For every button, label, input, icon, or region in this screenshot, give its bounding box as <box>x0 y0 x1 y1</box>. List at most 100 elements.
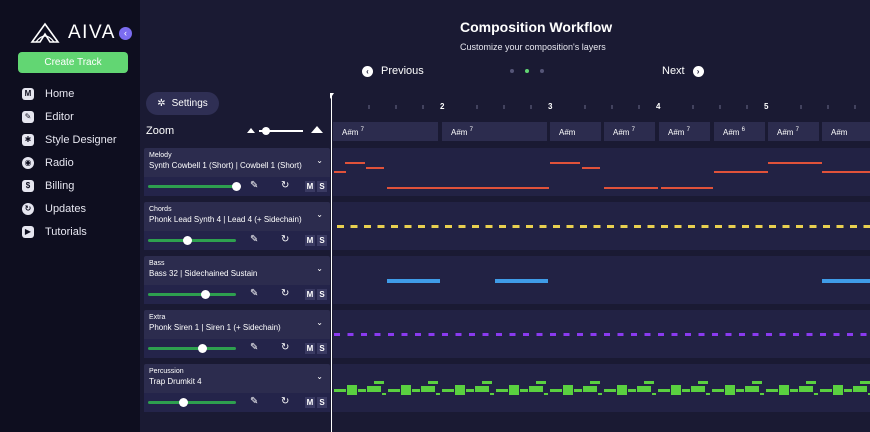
drum-hit <box>382 393 386 395</box>
sidebar-item-home[interactable]: M Home <box>22 82 117 105</box>
pencil-icon[interactable]: ✎ <box>250 396 258 407</box>
extra-note <box>833 333 840 336</box>
extra-note <box>577 333 583 336</box>
chevron-down-icon[interactable]: ⌄ <box>316 264 323 273</box>
volume-slider[interactable] <box>148 185 236 188</box>
drum-hit <box>706 393 710 395</box>
aiva-logo[interactable]: AIVA <box>30 22 116 44</box>
mute-button[interactable]: M <box>305 343 315 354</box>
chord-note <box>661 225 668 228</box>
extra-note <box>482 333 489 336</box>
sidebar-item-radio[interactable]: ◉ Radio <box>22 151 117 174</box>
volume-thumb[interactable] <box>231 182 241 191</box>
extra-note <box>374 333 381 336</box>
chevron-down-icon[interactable]: ⌄ <box>316 156 323 165</box>
track-header[interactable]: Bass Bass 32 | Sidechained Sustain ⌄ <box>144 256 330 285</box>
pencil-icon[interactable]: ✎ <box>250 234 258 245</box>
pencil-icon[interactable]: ✎ <box>250 288 258 299</box>
sidebar-item-tutorials[interactable]: ▶ Tutorials <box>22 220 117 243</box>
solo-button[interactable]: S <box>317 397 327 408</box>
chevron-down-icon[interactable]: ⌄ <box>316 210 323 219</box>
extra-note <box>658 333 664 336</box>
chord-note <box>337 225 344 228</box>
chord-label: A#m <box>668 128 685 137</box>
chord-label: A#m <box>342 128 359 137</box>
previous-button[interactable]: ‹ Previous <box>362 65 424 77</box>
drum-hit <box>806 381 816 384</box>
track-controls: ✎ ↻ M S <box>144 177 330 196</box>
drum-hit <box>652 393 656 395</box>
pencil-icon[interactable]: ✎ <box>250 180 258 191</box>
chord-note <box>742 225 749 228</box>
volume-thumb[interactable] <box>178 398 188 407</box>
playhead-marker[interactable] <box>330 93 334 99</box>
sidebar-item-editor[interactable]: ✎ Editor <box>22 105 117 128</box>
chord-label: A#m <box>777 128 794 137</box>
bar-number: 5 <box>764 102 769 111</box>
mute-button[interactable]: M <box>305 289 315 300</box>
chord-label: A#m <box>831 128 848 137</box>
sidebar-item-style-designer[interactable]: ✱ Style Designer <box>22 128 117 151</box>
solo-button[interactable]: S <box>317 235 327 246</box>
drum-hit <box>736 389 744 392</box>
extra-note <box>334 333 340 336</box>
regenerate-icon[interactable]: ↻ <box>281 180 289 191</box>
chevron-down-icon[interactable]: ⌄ <box>316 318 323 327</box>
chord-note <box>607 225 614 228</box>
mute-button[interactable]: M <box>305 397 315 408</box>
sidebar-item-updates[interactable]: ↻ Updates <box>22 197 117 220</box>
next-button[interactable]: Next › <box>662 65 704 77</box>
solo-button[interactable]: S <box>317 343 327 354</box>
sidebar-item-billing[interactable]: $ Billing <box>22 174 117 197</box>
zoom-out-icon[interactable] <box>247 128 255 133</box>
volume-slider[interactable] <box>148 347 236 350</box>
track-header[interactable]: Melody Synth Cowbell 1 (Short) | Cowbell… <box>144 148 330 177</box>
mute-button[interactable]: M <box>305 181 315 192</box>
step-dot <box>510 69 514 73</box>
create-track-button[interactable]: Create Track <box>18 52 128 73</box>
extra-note <box>455 333 462 336</box>
volume-slider[interactable] <box>148 293 236 296</box>
extra-note <box>847 333 853 336</box>
track-header[interactable]: Percussion Trap Drumkit 4 ⌄ <box>144 364 330 393</box>
drum-hit <box>691 386 705 392</box>
chord-note <box>377 225 385 228</box>
volume-thumb[interactable] <box>198 344 208 353</box>
track-panel-extra: Extra Phonk Siren 1 | Siren 1 (+ Sidecha… <box>144 310 330 358</box>
solo-button[interactable]: S <box>317 289 327 300</box>
bar-number: 2 <box>440 102 445 111</box>
solo-button[interactable]: S <box>317 181 327 192</box>
volume-thumb[interactable] <box>200 290 210 299</box>
track-panel-bass: Bass Bass 32 | Sidechained Sustain ⌄ ✎ ↻… <box>144 256 330 304</box>
settings-button[interactable]: ✲ Settings <box>146 92 219 115</box>
regenerate-icon[interactable]: ↻ <box>281 396 289 407</box>
drum-hit <box>563 385 573 395</box>
drum-hit <box>790 389 798 392</box>
track-header[interactable]: Chords Phonk Lead Synth 4 | Lead 4 (+ Si… <box>144 202 330 231</box>
extra-note <box>698 333 705 336</box>
drum-hit <box>401 385 411 395</box>
volume-thumb[interactable] <box>183 236 193 245</box>
volume-slider[interactable] <box>148 401 236 404</box>
drum-hit <box>574 389 582 392</box>
zoom-slider[interactable] <box>245 125 325 137</box>
extra-note <box>617 333 624 336</box>
playhead[interactable] <box>331 93 332 432</box>
arranger-grid[interactable]: 2 3 4 5A#m 7 A#m 7 A#m A#m 7 A#m 7 A#m 6 A#m 7 A#m <box>331 91 870 432</box>
drum-hit <box>671 385 681 395</box>
chord-note <box>391 225 398 228</box>
track-header[interactable]: Extra Phonk Siren 1 | Siren 1 (+ Sidecha… <box>144 310 330 339</box>
zoom-in-icon[interactable] <box>311 126 323 133</box>
chord-note <box>364 225 371 228</box>
chord-note <box>512 225 520 228</box>
regenerate-icon[interactable]: ↻ <box>281 342 289 353</box>
pencil-icon[interactable]: ✎ <box>250 342 258 353</box>
chord-note <box>539 225 547 228</box>
melody-note <box>550 162 580 164</box>
mute-button[interactable]: M <box>305 235 315 246</box>
chevron-left-icon[interactable]: ‹ <box>119 27 132 40</box>
chevron-down-icon[interactable]: ⌄ <box>316 372 323 381</box>
regenerate-icon[interactable]: ↻ <box>281 288 289 299</box>
zoom-thumb[interactable] <box>261 127 270 135</box>
regenerate-icon[interactable]: ↻ <box>281 234 289 245</box>
